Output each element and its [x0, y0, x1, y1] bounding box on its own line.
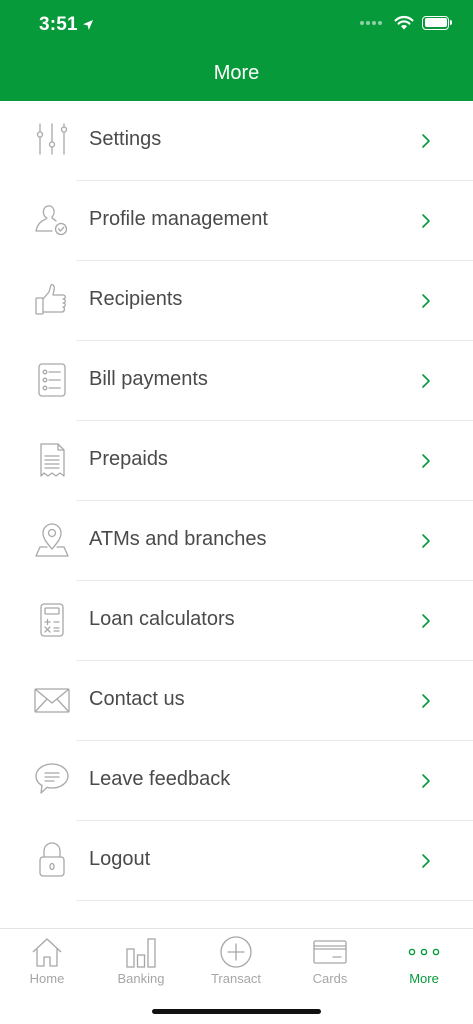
chevron-right-icon [422, 774, 430, 788]
tab-home[interactable]: Home [0, 935, 94, 995]
chevron-right-icon [422, 614, 430, 628]
menu-item-label: Prepaids [89, 448, 168, 470]
divider [76, 900, 473, 901]
chevron-right-icon [422, 294, 430, 308]
status-bar-indicators [360, 15, 452, 30]
tab-transact[interactable]: Transact [189, 935, 283, 995]
menu-item-settings[interactable]: Settings [0, 101, 473, 181]
map-pin-icon [33, 521, 71, 559]
plus-circle-icon [219, 935, 253, 969]
tab-label: Home [29, 971, 65, 986]
menu-item-label: Leave feedback [89, 768, 231, 790]
calculator-icon [33, 601, 71, 639]
more-menu-list: Settings Profile management Recipients B… [0, 101, 473, 901]
chevron-right-icon [422, 534, 430, 548]
tab-more[interactable]: More [377, 935, 471, 995]
tab-label: Cards [312, 971, 348, 986]
menu-item-loan-calculators[interactable]: Loan calculators [0, 581, 473, 661]
thumbs-up-icon [33, 281, 71, 319]
menu-item-leave-feedback[interactable]: Leave feedback [0, 741, 473, 821]
status-bar-time: 3:51 [39, 14, 94, 36]
menu-item-profile-management[interactable]: Profile management [0, 181, 473, 261]
chevron-right-icon [422, 854, 430, 868]
menu-item-label: ATMs and branches [89, 528, 267, 550]
envelope-icon [33, 681, 71, 719]
card-icon [313, 935, 347, 969]
bar-chart-icon [124, 935, 158, 969]
tab-cards[interactable]: Cards [283, 935, 377, 995]
location-arrow-icon [82, 20, 93, 30]
cellular-signal-icon [360, 20, 382, 25]
user-check-icon [33, 201, 71, 239]
home-indicator[interactable] [152, 1009, 321, 1014]
menu-item-label: Profile management [89, 208, 268, 230]
app-header: 3:51 More [0, 0, 473, 101]
status-time-text: 3:51 [39, 14, 78, 35]
menu-item-logout[interactable]: Logout [0, 821, 473, 901]
tab-label: Banking [117, 971, 165, 986]
chevron-right-icon [422, 214, 430, 228]
receipt-icon [33, 441, 71, 479]
chevron-right-icon [422, 134, 430, 148]
chevron-right-icon [422, 694, 430, 708]
house-icon [30, 935, 64, 969]
chat-bubble-icon [33, 761, 71, 799]
tab-label: Transact [210, 971, 262, 986]
menu-item-label: Settings [89, 128, 162, 150]
menu-item-label: Contact us [89, 688, 185, 710]
menu-item-prepaids[interactable]: Prepaids [0, 421, 473, 501]
sliders-icon [33, 121, 71, 159]
padlock-icon [33, 841, 71, 879]
more-screen: 3:51 More Settings Profile management Re… [0, 0, 473, 1024]
menu-item-atms-and-branches[interactable]: ATMs and branches [0, 501, 473, 581]
battery-icon [422, 15, 452, 30]
three-dots-icon [407, 935, 441, 969]
chevron-right-icon [422, 454, 430, 468]
menu-item-bill-payments[interactable]: Bill payments [0, 341, 473, 421]
chevron-right-icon [422, 374, 430, 388]
menu-item-recipients[interactable]: Recipients [0, 261, 473, 341]
menu-item-label: Logout [89, 848, 151, 870]
menu-item-contact-us[interactable]: Contact us [0, 661, 473, 741]
menu-item-label: Recipients [89, 288, 183, 310]
tab-label: More [409, 971, 439, 986]
tab-banking[interactable]: Banking [94, 935, 188, 995]
menu-item-label: Loan calculators [89, 608, 235, 630]
page-title: More [213, 62, 260, 84]
checklist-icon [33, 361, 71, 399]
menu-item-label: Bill payments [89, 368, 208, 390]
wifi-icon [394, 15, 414, 30]
